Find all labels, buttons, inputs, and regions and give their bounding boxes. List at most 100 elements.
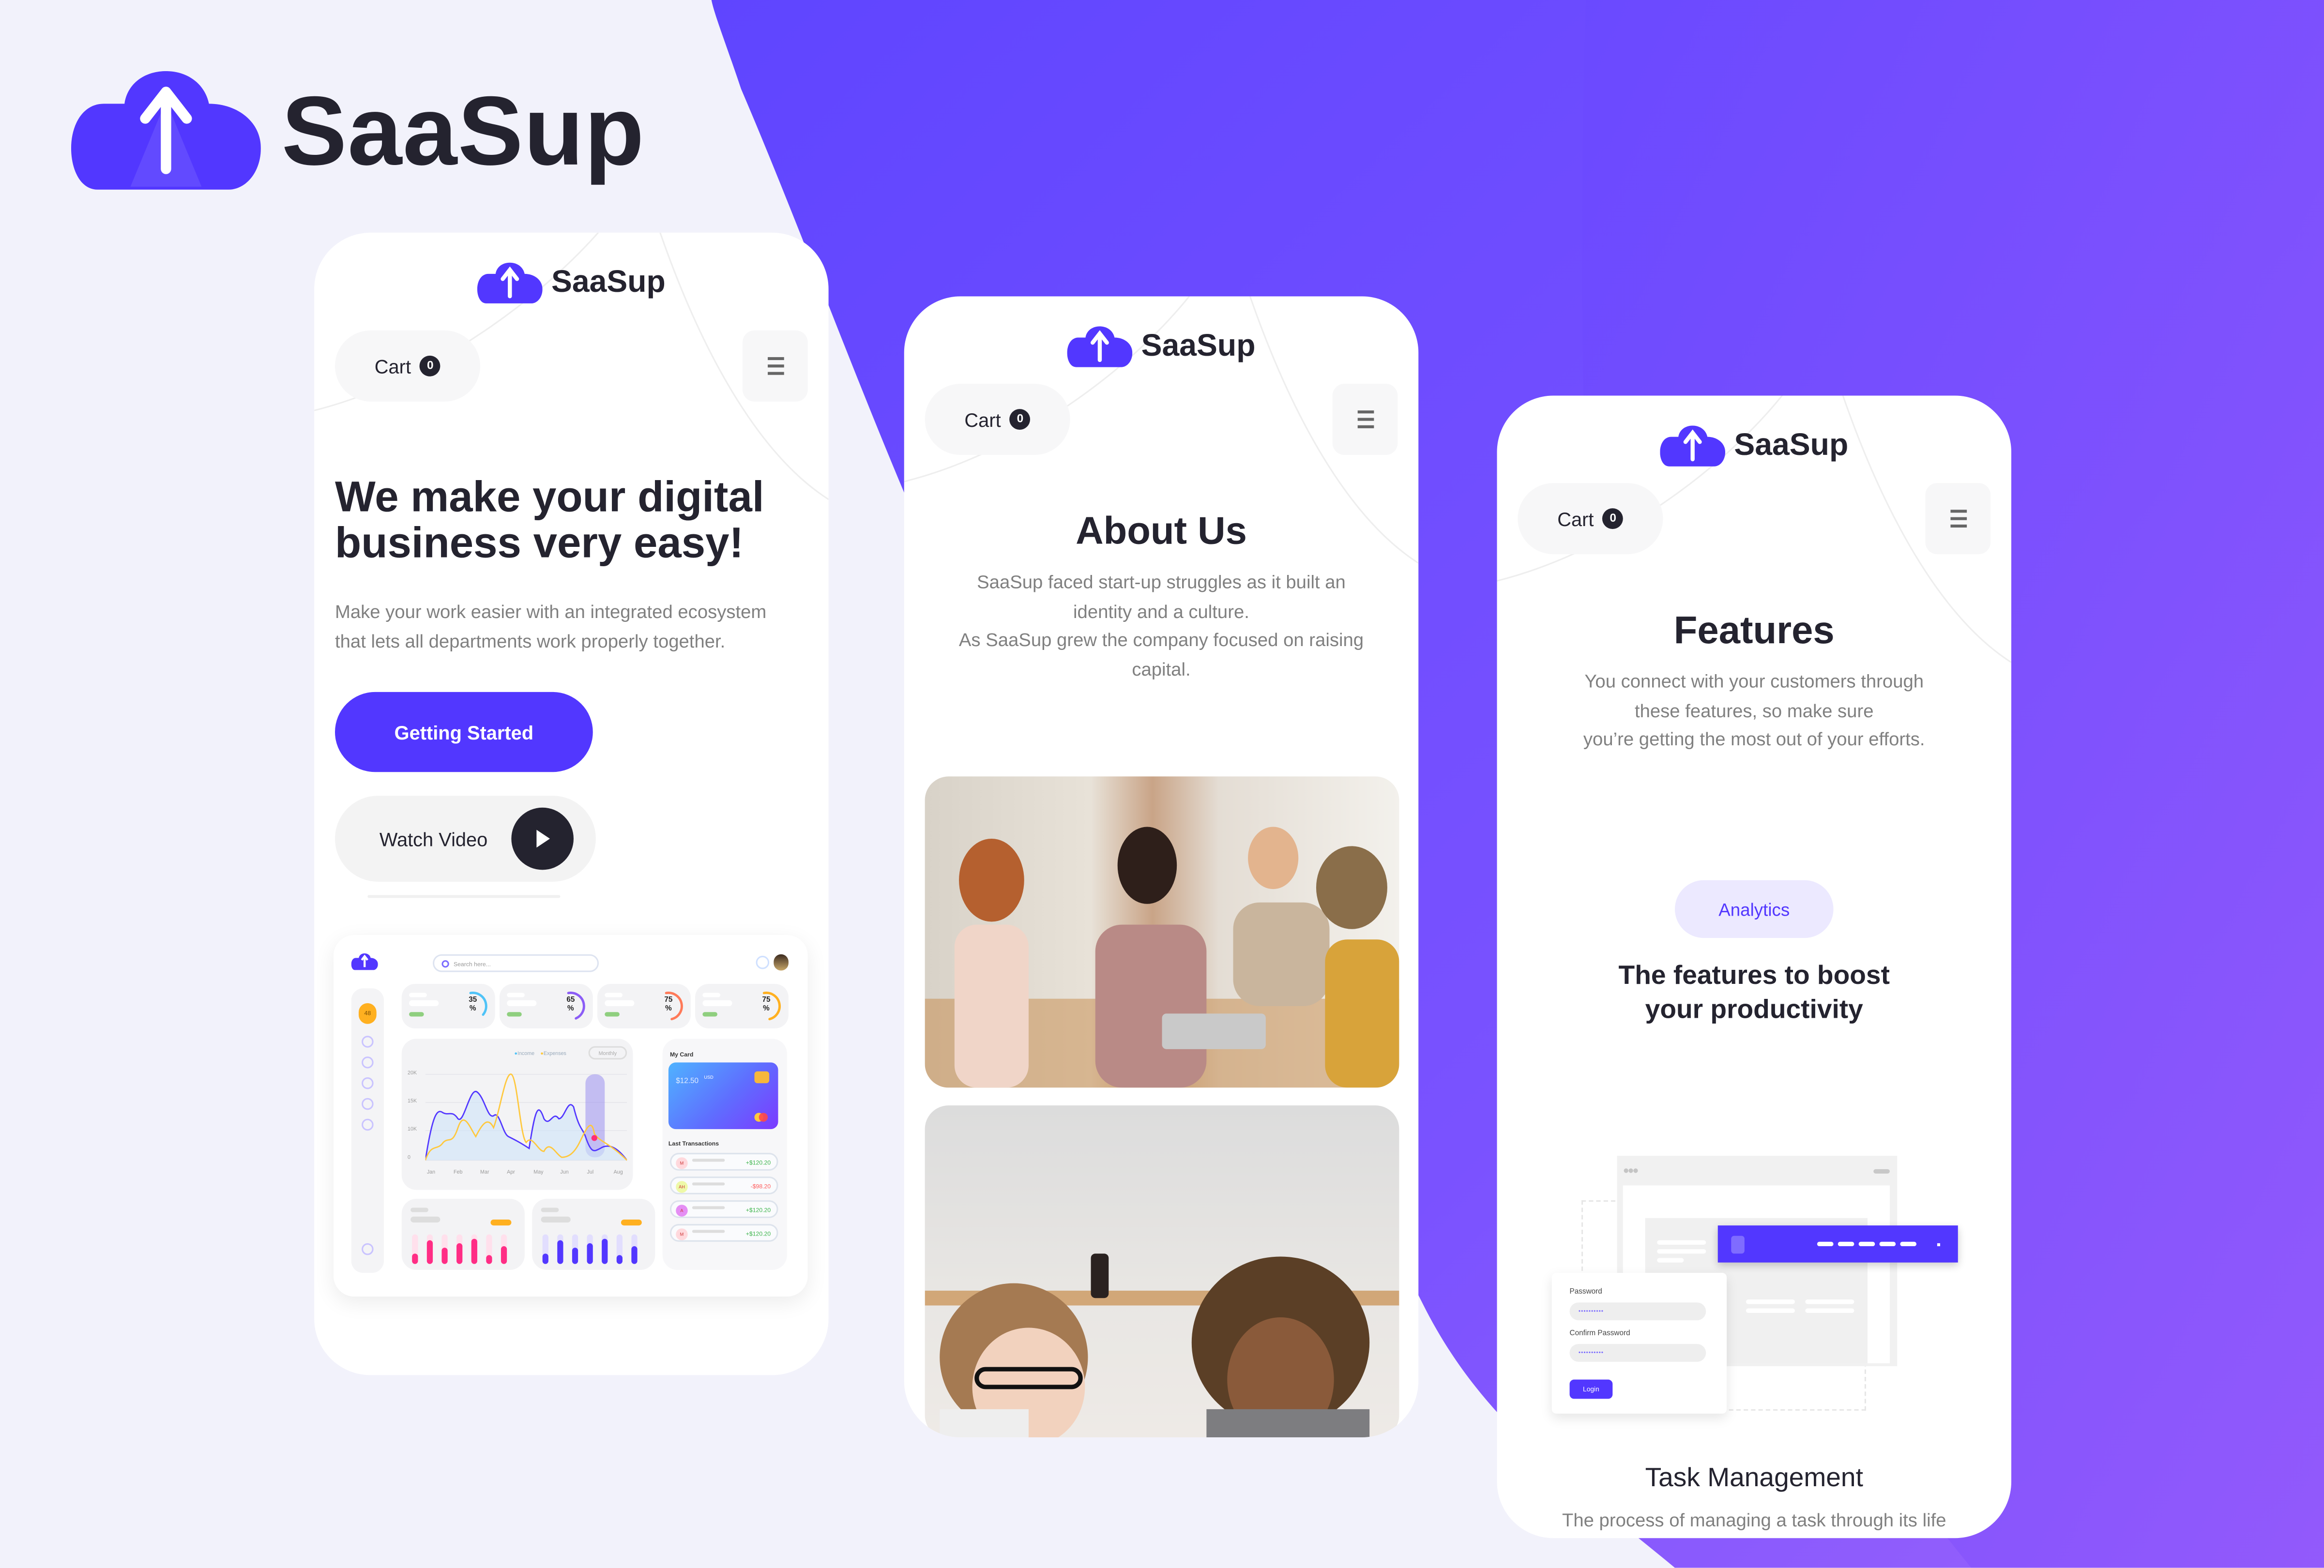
confirm-password-label: Confirm Password (1569, 1329, 1630, 1338)
hero-title-line: We make your digital (334, 474, 764, 522)
bar (412, 1253, 418, 1264)
login-illustration: ●●● Password •••••••••• Confirm Password… (1549, 1151, 1964, 1425)
card-currency: USD (704, 1074, 714, 1081)
cart-label: Cart (964, 408, 1001, 431)
x-tick-label: Mar (480, 1169, 489, 1176)
stat-value: 65% (566, 995, 575, 1014)
getting-started-button[interactable]: Getting Started (334, 692, 593, 772)
stat-value: 75% (664, 995, 673, 1014)
confirm-password-field[interactable]: •••••••••• (1569, 1344, 1706, 1362)
bar-track (426, 1234, 433, 1264)
legend-income: Income (517, 1050, 535, 1057)
about-text-line: SaaSup faced start-up struggles as it bu… (977, 572, 1346, 593)
divider (367, 895, 561, 898)
brand-name: SaaSup (281, 75, 645, 185)
chart-legend: ●Income ●Expenses (514, 1050, 566, 1057)
login-button[interactable]: Login (1569, 1379, 1613, 1399)
phone-about: SaaSup Cart 0 About Us SaaSup faced star… (904, 296, 1419, 1438)
feature-title: Task Management (1645, 1462, 1863, 1493)
cart-count-badge: 0 (420, 355, 441, 377)
cloud-upload-icon (351, 953, 378, 970)
team-meeting-photo (925, 776, 1399, 1088)
last-transactions-title: Last Transactions (668, 1139, 719, 1147)
menu-button[interactable] (743, 330, 808, 402)
x-tick-label: May (533, 1169, 544, 1176)
credit-card: $12.50 USD (668, 1062, 778, 1130)
cart-button[interactable]: Cart 0 (925, 384, 1070, 455)
app-logo[interactable]: SaaSup (1497, 425, 2011, 467)
period-select[interactable]: Monthly (588, 1046, 627, 1060)
hamburger-menu-icon (1357, 408, 1373, 431)
transaction-avatar: AH (676, 1181, 688, 1193)
two-women-working-photo (925, 1105, 1399, 1438)
bar-track (486, 1234, 492, 1264)
bar (426, 1240, 433, 1264)
features-text: You connect with your customers through … (1497, 668, 2011, 755)
y-tick-label: 0 (408, 1154, 411, 1161)
about-text: SaaSup faced start-up struggles as it bu… (904, 569, 1418, 685)
password-field[interactable]: •••••••••• (1569, 1302, 1706, 1321)
transaction-row[interactable]: M +$120.20 (669, 1153, 778, 1171)
search-input[interactable]: Search here... (433, 954, 599, 972)
cart-label: Cart (374, 355, 411, 377)
y-tick-label: 20K (408, 1070, 417, 1076)
hamburger-menu-icon (1949, 508, 1966, 530)
transaction-row[interactable]: M +$120.20 (669, 1224, 778, 1242)
cloud-upload-icon (1660, 425, 1726, 467)
app-logo[interactable]: SaaSup (904, 326, 1418, 368)
my-card-panel: My Card $12.50 USD Last Transactions M +$… (662, 1039, 787, 1270)
menu-button[interactable] (1925, 483, 1991, 555)
user-avatar[interactable] (774, 954, 789, 971)
bar-track (471, 1234, 477, 1264)
hero-subtitle: Make your work easier with an integrated… (335, 597, 766, 656)
bar (456, 1243, 463, 1264)
features-subtitle-line: The features to boost (1618, 960, 1890, 990)
card-balance: $12.50 (676, 1077, 699, 1086)
analytics-tag[interactable]: Analytics (1674, 880, 1834, 938)
watch-video-button[interactable]: Watch Video (334, 796, 596, 882)
x-tick-label: Jan (426, 1169, 436, 1176)
about-text-line: As SaaSup grew the company focused on ra… (958, 630, 1364, 651)
sidebar-icon[interactable] (362, 1118, 374, 1131)
nav-bar-mockup (1717, 1225, 1958, 1263)
bar (616, 1255, 623, 1264)
app-logo[interactable]: SaaSup (314, 262, 828, 304)
y-tick-label: 10K (408, 1126, 417, 1132)
cart-button[interactable]: Cart 0 (1518, 483, 1663, 555)
bar-track (501, 1234, 507, 1264)
sidebar-badge: 48 (358, 1003, 377, 1024)
transaction-amount: +$120.20 (745, 1206, 771, 1214)
bar-track (602, 1234, 608, 1264)
password-label: Password (1569, 1287, 1602, 1297)
search-icon (441, 959, 449, 967)
sidebar-icon[interactable] (362, 1098, 374, 1110)
cart-count-badge: 0 (1602, 508, 1624, 529)
stage: SaaSup SaaSup Cart 0 We make your digita… (0, 0, 2324, 1568)
stat-card: 75% (695, 984, 789, 1028)
x-tick-label: Jun (560, 1169, 569, 1176)
features-text-line: you’re getting the most out of your effo… (1583, 729, 1925, 750)
x-tick-label: Aug (613, 1169, 623, 1176)
cart-count-badge: 0 (1010, 409, 1031, 430)
bar-track (557, 1234, 563, 1264)
y-tick-label: 15K (408, 1098, 417, 1104)
cart-button[interactable]: Cart 0 (334, 330, 481, 402)
bar (602, 1238, 608, 1264)
bar (587, 1243, 593, 1264)
chart-point (591, 1135, 597, 1141)
logout-icon[interactable] (362, 1243, 374, 1255)
transaction-row[interactable]: A +$120.20 (669, 1200, 778, 1218)
transaction-row[interactable]: AH -$98.20 (669, 1176, 778, 1194)
bar (542, 1253, 548, 1264)
search-placeholder: Search here... (453, 959, 491, 967)
notification-bell-icon[interactable] (756, 955, 770, 969)
sidebar-icon[interactable] (362, 1077, 374, 1089)
brand-logo: SaaSup (71, 71, 645, 190)
sidebar-icon[interactable] (362, 1036, 374, 1048)
bar-track (631, 1234, 638, 1264)
menu-button[interactable] (1332, 384, 1398, 455)
sidebar-icon[interactable] (362, 1056, 374, 1069)
transaction-amount: +$120.20 (745, 1159, 771, 1166)
watch-video-label: Watch Video (379, 828, 488, 850)
hamburger-menu-icon (767, 355, 784, 377)
